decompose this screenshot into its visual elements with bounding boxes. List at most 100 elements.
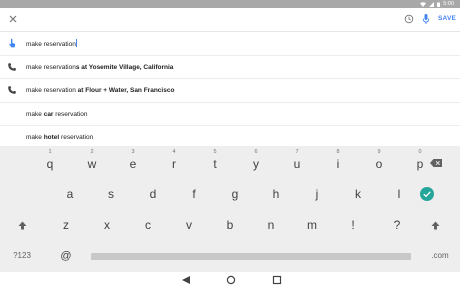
key-label: t (213, 157, 217, 171)
history-icon[interactable] (404, 14, 414, 24)
suggestion-bold: s at Yosemite Village, California (75, 63, 174, 71)
key-x[interactable]: x (95, 217, 119, 233)
key-label: j (315, 187, 319, 201)
key-r[interactable]: r4 (162, 149, 186, 172)
key-f[interactable]: f (182, 186, 206, 202)
key-hint: 3 (131, 149, 135, 155)
key-a[interactable]: a (58, 186, 82, 202)
at-key[interactable]: @ (58, 248, 74, 264)
key-label: w (87, 157, 97, 171)
key-e[interactable]: e3 (121, 149, 145, 172)
key-hint: 8 (336, 149, 340, 155)
checkmark-icon (420, 187, 434, 201)
shift-key-right[interactable] (426, 216, 444, 234)
key-o[interactable]: o9 (367, 149, 391, 172)
key-j[interactable]: j (305, 186, 329, 202)
key-hint: 7 (295, 149, 299, 155)
mic-icon[interactable] (422, 13, 430, 25)
key-question[interactable]: ? (385, 217, 409, 233)
list-item[interactable]: make reservations at Yosemite Village, C… (0, 56, 460, 80)
save-button[interactable]: SAVE (438, 14, 456, 24)
key-q[interactable]: q1 (38, 149, 62, 172)
key-t[interactable]: t5 (203, 149, 227, 172)
status-bar: 5:00 (0, 0, 460, 8)
key-hint: 6 (254, 149, 258, 155)
key-label: o (375, 157, 383, 171)
suggestion-plain: make (26, 134, 44, 142)
suggestion-bold: car (43, 110, 54, 118)
phone-icon (8, 86, 16, 94)
suggestion-plain: make (26, 110, 44, 118)
key-hint: 1 (48, 149, 52, 155)
key-y[interactable]: y6 (244, 149, 268, 172)
key-label: c (145, 218, 151, 232)
key-k[interactable]: k (346, 186, 370, 202)
battery-icon (437, 2, 441, 7)
key-w[interactable]: w2 (80, 149, 104, 172)
home-icon[interactable] (226, 275, 236, 285)
key-l[interactable]: l (387, 186, 411, 202)
key-label: d (149, 187, 157, 201)
key-m[interactable]: m (300, 217, 324, 233)
key-label: ? (393, 218, 401, 232)
suggestion-suffix: reservation (53, 110, 88, 118)
key-label: l (397, 187, 401, 201)
key-hint: 2 (90, 149, 94, 155)
key-hint: 9 (377, 149, 381, 155)
close-icon[interactable] (7, 13, 19, 25)
key-label: u (293, 157, 301, 171)
suggestion-bold: hotel (43, 134, 60, 142)
key-s[interactable]: s (99, 186, 123, 202)
touch-icon (9, 38, 16, 48)
key-label: ! (351, 218, 355, 232)
search-input-row[interactable]: make reservation (0, 32, 460, 56)
key-label: b (226, 218, 234, 232)
recents-icon[interactable] (272, 275, 282, 285)
back-icon[interactable] (181, 275, 191, 285)
search-input[interactable]: make reservation (26, 41, 76, 48)
dotcom-key[interactable]: .com (428, 248, 452, 264)
key-h[interactable]: h (264, 186, 288, 202)
wifi-icon (420, 1, 427, 7)
key-label: q (46, 157, 54, 171)
status-icons: 5:00 (420, 0, 454, 8)
text-caret (76, 39, 78, 47)
space-bar[interactable] (91, 253, 411, 260)
key-v[interactable]: v (177, 217, 201, 233)
soft-keyboard: ?123 @ .com q1w2e3r4t5y6u7i8o9p0asdfghjk… (0, 146, 460, 272)
key-c[interactable]: c (136, 217, 160, 233)
list-item[interactable]: make reservation at Flour + Water, San F… (0, 79, 460, 103)
key-hint: 4 (172, 149, 176, 155)
key-hint: 5 (213, 149, 217, 155)
suggestion-plain: make reservation (26, 63, 76, 71)
key-label: g (231, 187, 239, 201)
shift-icon (18, 221, 26, 229)
status-time: 5:00 (443, 1, 454, 7)
key-n[interactable]: n (259, 217, 283, 233)
list-item[interactable]: make car reservation (0, 103, 460, 127)
enter-key[interactable] (417, 184, 437, 204)
shift-key-left[interactable] (13, 216, 31, 234)
key-label: k (355, 187, 361, 201)
key-label: e (129, 157, 137, 171)
key-d[interactable]: d (141, 186, 165, 202)
key-label: a (66, 187, 74, 201)
key-exclamation[interactable]: ! (341, 217, 365, 233)
key-hint: 0 (418, 149, 422, 155)
symbols-key[interactable]: ?123 (8, 248, 36, 264)
shift-icon (431, 221, 439, 229)
key-b[interactable]: b (218, 217, 242, 233)
key-u[interactable]: u7 (285, 149, 309, 172)
suggestion-suffix: reservation (59, 134, 94, 142)
key-g[interactable]: g (223, 186, 247, 202)
suggestion-list: make reservation make reservations at Yo… (0, 32, 460, 149)
key-label: x (104, 218, 110, 232)
suggestion-plain: make reservation (26, 87, 78, 95)
key-z[interactable]: z (54, 217, 78, 233)
key-label: p (416, 157, 424, 171)
phone-icon (8, 62, 16, 71)
key-p[interactable]: p0 (408, 149, 432, 172)
search-bar: SAVE (0, 8, 460, 32)
key-label: v (186, 218, 192, 232)
key-i[interactable]: i8 (326, 149, 350, 172)
